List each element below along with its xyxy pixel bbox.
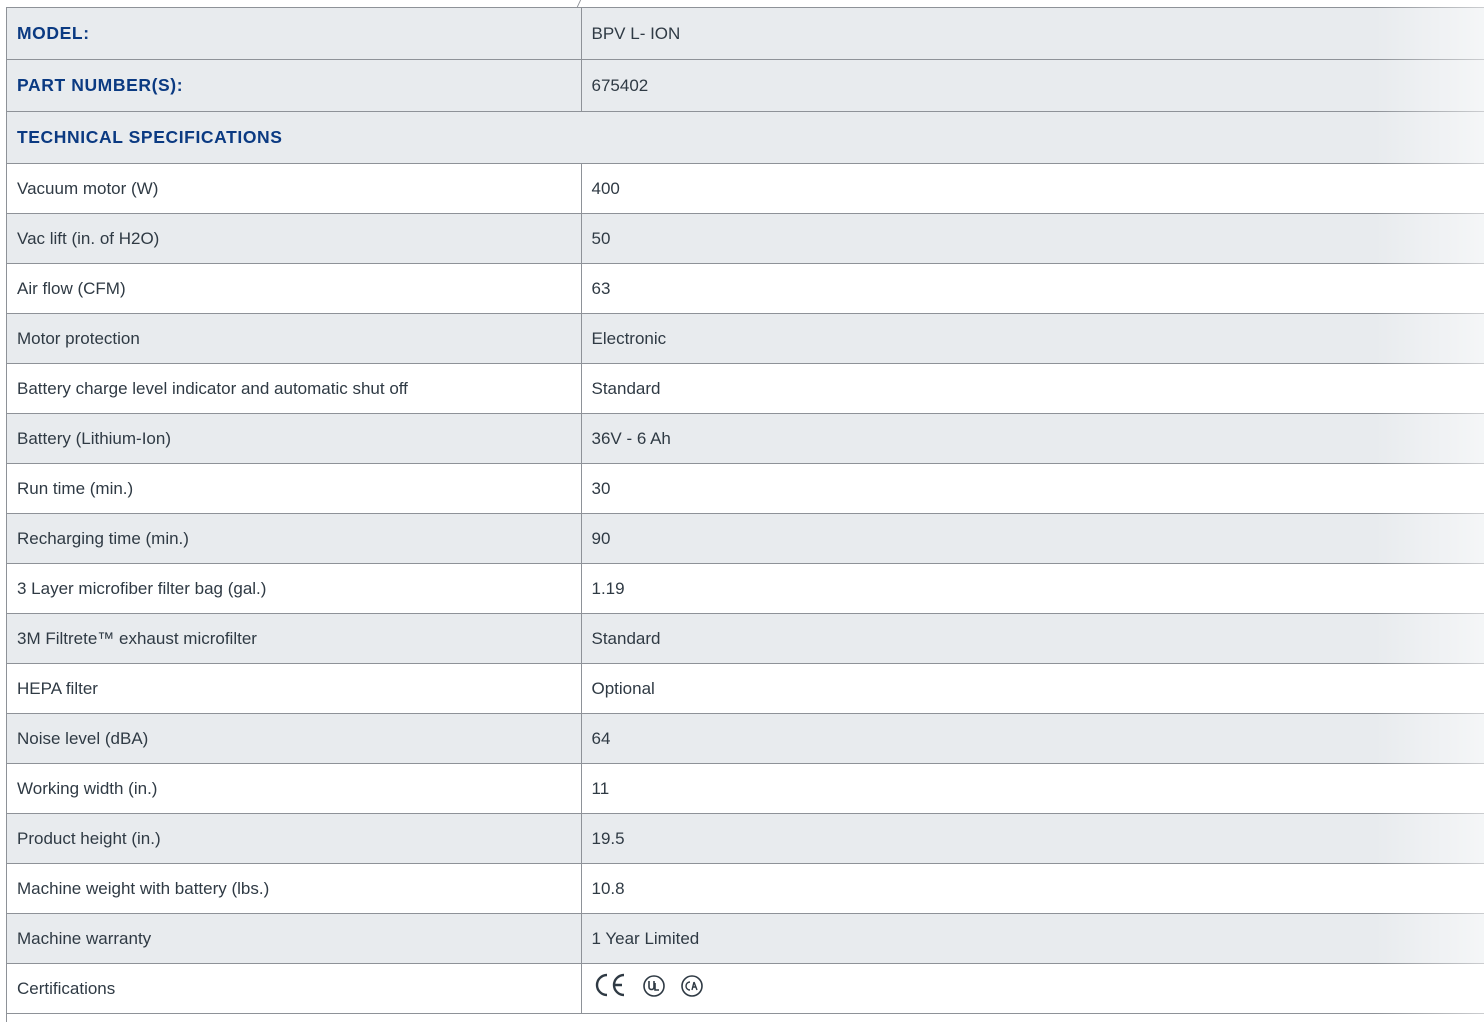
- spec-row: Machine weight with battery (lbs.) 10.8: [7, 863, 1484, 914]
- spec-label: Battery charge level indicator and autom…: [7, 363, 582, 414]
- model-label: MODEL:: [7, 8, 582, 60]
- spec-row: Product height (in.) 19.5: [7, 813, 1484, 864]
- spec-row: Air flow (CFM) 63: [7, 263, 1484, 314]
- spec-row: Run time (min.) 30: [7, 463, 1484, 514]
- part-number-label: PART NUMBER(S):: [7, 59, 582, 112]
- spec-row: Noise level (dBA) 64: [7, 713, 1484, 764]
- spec-value: 90: [581, 513, 1484, 564]
- spec-label: 3M Filtrete™ exhaust microfilter: [7, 613, 582, 664]
- spec-label: Battery (Lithium-Ion): [7, 413, 582, 464]
- spec-value: 50: [581, 213, 1484, 264]
- spec-value: 1.19: [581, 563, 1484, 614]
- ul-mark-icon: [642, 974, 666, 1003]
- spec-row: Working width (in.) 11: [7, 763, 1484, 814]
- spec-value: 11: [581, 763, 1484, 814]
- spec-value: 36V - 6 Ah: [581, 413, 1484, 464]
- section-row: TECHNICAL SPECIFICATIONS: [7, 111, 1484, 164]
- spec-value: 30: [581, 463, 1484, 514]
- spec-value: 64: [581, 713, 1484, 764]
- spec-label: Motor protection: [7, 313, 582, 364]
- spec-row: Motor protection Electronic: [7, 313, 1484, 364]
- spec-value: 19.5: [581, 813, 1484, 864]
- spec-label: Product height (in.): [7, 813, 582, 864]
- spec-label: Recharging time (min.): [7, 513, 582, 564]
- spec-label: Machine warranty: [7, 913, 582, 964]
- spec-row: 3M Filtrete™ exhaust microfilter Standard: [7, 613, 1484, 664]
- spec-label: HEPA filter: [7, 663, 582, 714]
- part-number-row: PART NUMBER(S): 675402: [7, 59, 1484, 112]
- spec-row: Vacuum motor (W) 400: [7, 163, 1484, 214]
- part-number-value: 675402: [581, 59, 1484, 112]
- spec-value: Optional: [581, 663, 1484, 714]
- certifications-label: Certifications: [7, 963, 582, 1014]
- spec-label: Machine weight with battery (lbs.): [7, 863, 582, 914]
- spec-row: Machine warranty 1 Year Limited: [7, 913, 1484, 964]
- spec-value: 10.8: [581, 863, 1484, 914]
- spec-row: Recharging time (min.) 90: [7, 513, 1484, 564]
- certifications-row: Certifications: [7, 963, 1484, 1014]
- spec-label: Vacuum motor (W): [7, 163, 582, 214]
- spec-label: Air flow (CFM): [7, 263, 582, 314]
- spec-row: Battery charge level indicator and autom…: [7, 363, 1484, 414]
- spec-value: Electronic: [581, 313, 1484, 364]
- ce-mark-icon: [592, 972, 628, 1005]
- spec-row: Vac lift (in. of H2O) 50: [7, 213, 1484, 264]
- spec-value: 1 Year Limited: [581, 913, 1484, 964]
- spec-label: Run time (min.): [7, 463, 582, 514]
- spec-label: Noise level (dBA): [7, 713, 582, 764]
- spec-value: 63: [581, 263, 1484, 314]
- spec-label: 3 Layer microfiber filter bag (gal.): [7, 563, 582, 614]
- spec-row: 3 Layer microfiber filter bag (gal.) 1.19: [7, 563, 1484, 614]
- section-title: TECHNICAL SPECIFICATIONS: [7, 111, 1484, 164]
- spec-row: HEPA filter Optional: [7, 663, 1484, 714]
- spec-value: Standard: [581, 363, 1484, 414]
- spec-value: 400: [581, 163, 1484, 214]
- model-value: BPV L- ION: [581, 8, 1484, 60]
- spec-value: Standard: [581, 613, 1484, 664]
- spec-row: Battery (Lithium-Ion) 36V - 6 Ah: [7, 413, 1484, 464]
- spec-sheet: MODEL: BPV L- ION PART NUMBER(S): 675402…: [6, 7, 1484, 1022]
- spec-label: Vac lift (in. of H2O): [7, 213, 582, 264]
- model-row: MODEL: BPV L- ION: [7, 8, 1484, 60]
- csa-mark-icon: [680, 974, 704, 1003]
- certifications-marks: [581, 963, 1484, 1014]
- spec-table: MODEL: BPV L- ION PART NUMBER(S): 675402…: [7, 8, 1484, 1014]
- spec-label: Working width (in.): [7, 763, 582, 814]
